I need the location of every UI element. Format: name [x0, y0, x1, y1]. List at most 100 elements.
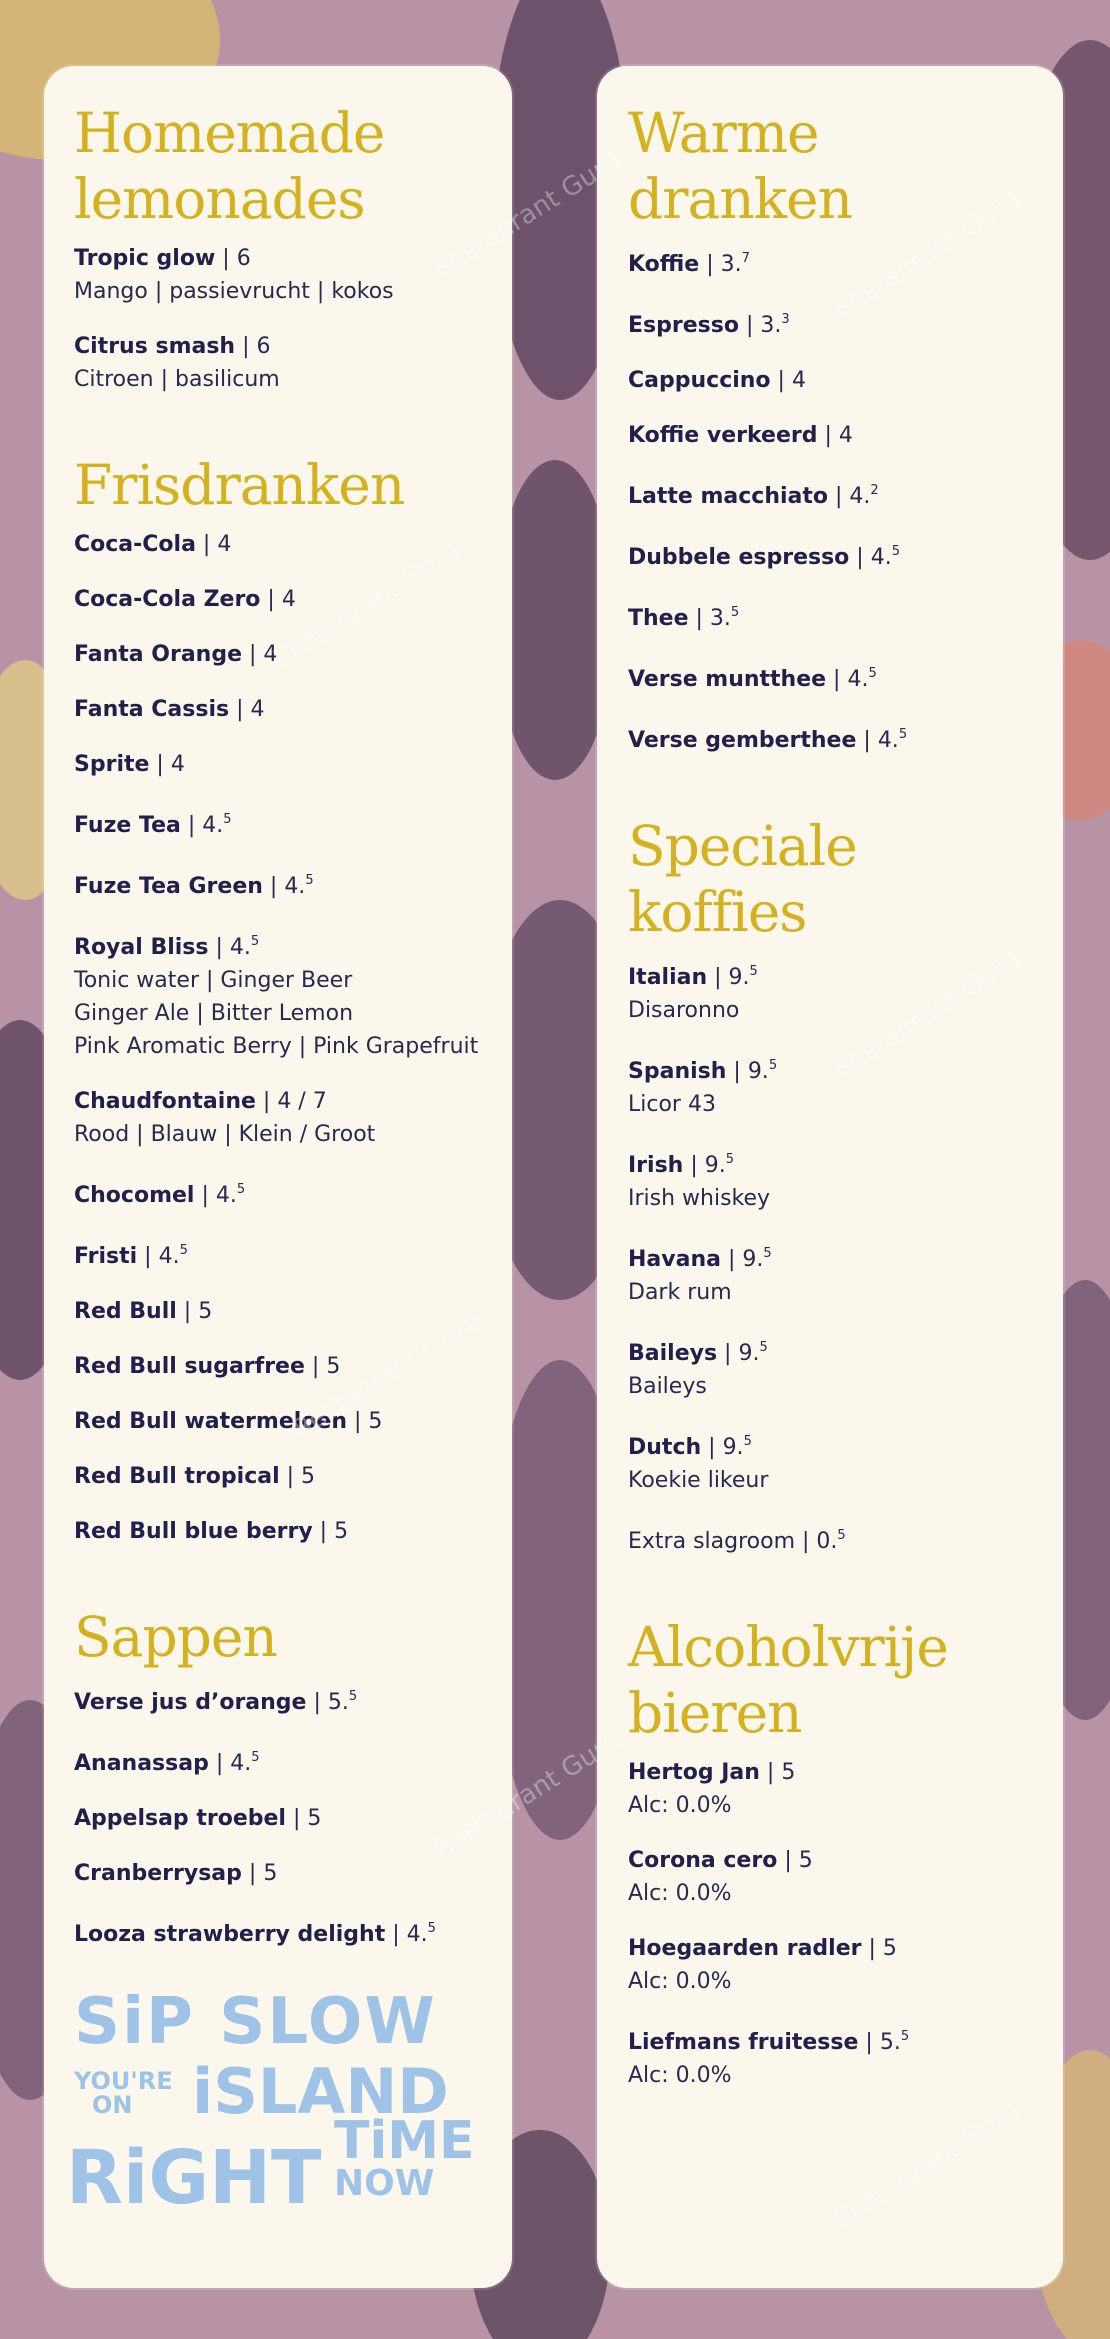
price-separator: |	[312, 1519, 335, 1544]
item-title-line: Thee | 3.5	[628, 596, 1058, 635]
menu-item: Baileys | 9.5 Baileys	[628, 1331, 1058, 1403]
item-price: 4	[838, 423, 853, 448]
price-separator: |	[235, 334, 257, 359]
price-separator: |	[208, 935, 230, 960]
item-price-sup: 5	[730, 605, 740, 620]
item-price-sup: 5	[759, 1340, 768, 1355]
item-price: 9.	[704, 1153, 726, 1178]
item-price: 4	[217, 532, 232, 557]
item-name: Red Bull blue berry	[74, 1519, 313, 1544]
price-separator: |	[194, 1183, 216, 1208]
price-separator: |	[683, 1153, 705, 1178]
menu-item: Fuze Tea | 4.5	[74, 803, 504, 842]
menu-item: Fuze Tea Green | 4.5	[74, 864, 504, 903]
menu-item: Chaudfontaine | 4 / 7 Rood | Blauw | Klei…	[74, 1085, 504, 1151]
right-column: Warme dranken Koffie | 3.7 Espresso | 3.3…	[628, 100, 1058, 2114]
price-separator: |	[260, 587, 282, 612]
item-title-line: Latte macchiato | 4.2	[628, 474, 1058, 513]
item-title-line: Sprite | 4	[74, 748, 504, 781]
item-title-line: Hoegaarden radler | 5	[628, 1932, 1058, 1965]
menu-item: Looza strawberry delight | 4.5	[74, 1912, 504, 1951]
item-name: Irish	[628, 1153, 684, 1178]
item-name: Fanta Orange	[74, 642, 242, 667]
item-price-sup: 5	[305, 873, 314, 888]
item-description: Irish whiskey	[628, 1186, 771, 1211]
price-separator: |	[306, 1690, 328, 1715]
item-name: Hoegaarden radler	[628, 1936, 862, 1961]
item-name: Liefmans fruitesse	[628, 2030, 859, 2055]
item-description: Licor 43	[628, 1092, 716, 1117]
item-name: Fuze Tea Green	[74, 874, 263, 899]
item-title-line: Koffie verkeerd | 4	[628, 419, 1058, 452]
price-separator: |	[849, 545, 871, 570]
item-price: 6	[256, 334, 271, 359]
price-separator: |	[242, 642, 264, 667]
item-description: Alc: 0.0%	[628, 2063, 732, 2088]
heading-line: Speciale	[628, 814, 858, 878]
item-name: Fuze Tea	[74, 813, 181, 838]
item-price: 4	[170, 752, 185, 777]
item-title-line: Liefmans fruitesse | 5.5	[628, 2020, 1058, 2059]
item-name: Tropic glow	[74, 246, 216, 271]
item-description: Pink Aromatic Berry | Pink Grapefruit	[74, 1034, 479, 1059]
price-separator: |	[262, 874, 285, 899]
item-price-sup: 5	[900, 2029, 910, 2044]
price-separator: |	[856, 728, 878, 753]
price-separator: |	[279, 1464, 302, 1489]
item-price: 3.	[709, 606, 731, 631]
item-price-sup: 5	[763, 1246, 772, 1261]
price-separator: |	[759, 1760, 782, 1785]
item-description: Tonic water | Ginger Beer	[74, 968, 353, 993]
price-separator: |	[707, 965, 729, 990]
item-title-line: Appelsap troebel | 5	[74, 1802, 504, 1835]
slogan-on: ON	[92, 2091, 133, 2119]
menu-item: Sprite | 4	[74, 748, 504, 781]
item-name: Ananassap	[74, 1751, 209, 1776]
slogan-now: NOW	[334, 2163, 435, 2204]
item-title-line: Chocomel | 4.5	[74, 1173, 504, 1212]
heading-line: dranken	[628, 167, 853, 231]
item-price-sup: 5	[427, 1921, 436, 1936]
item-price: 5	[307, 1806, 322, 1831]
item-price: 4 / 7	[277, 1089, 327, 1114]
item-name: Corona cero	[628, 1848, 778, 1873]
price-separator: |	[717, 1341, 739, 1366]
item-description: Alc: 0.0%	[628, 1881, 732, 1906]
item-title-line: Verse gemberthee | 4.5	[628, 718, 1058, 757]
item-price: 5	[882, 1936, 897, 1961]
item-name: Spanish	[628, 1059, 727, 1084]
item-price: 9.	[747, 1059, 769, 1084]
menu-item: Red Bull tropical | 5	[74, 1460, 504, 1493]
menu-item: Liefmans fruitesse | 5.5 Alc: 0.0%	[628, 2020, 1058, 2092]
price-separator: |	[817, 423, 839, 448]
item-price-sup: 3	[781, 312, 790, 327]
item-name: Espresso	[628, 313, 739, 338]
menu-item: Havana | 9.5 Dark rum	[628, 1237, 1058, 1309]
heading-line: lemonades	[74, 167, 366, 231]
speciale-koffies-section: Speciale koffies Italian | 9.5 Disaronno S…	[628, 813, 1058, 1558]
item-price: 5.	[879, 2030, 901, 2055]
item-name: Cranberrysap	[74, 1861, 242, 1886]
menu-item: Dutch | 9.5 Koekie likeur	[628, 1425, 1058, 1497]
item-price: 4	[791, 368, 806, 393]
item-price: 3.	[760, 313, 782, 338]
item-title-line: Fuze Tea | 4.5	[74, 803, 504, 842]
item-title-line: Dutch | 9.5	[628, 1425, 1058, 1464]
price-separator: |	[802, 1529, 817, 1554]
item-description: Alc: 0.0%	[628, 1969, 732, 1994]
heading-line: bieren	[628, 1681, 803, 1745]
section-heading: Sappen	[74, 1605, 278, 1669]
item-price: 4	[281, 587, 296, 612]
extra-price-sup: 5	[837, 1528, 846, 1543]
item-price: 4.	[229, 935, 251, 960]
item-title-line: Koffie | 3.7	[628, 242, 1058, 281]
menu-item: Cappuccino | 4	[628, 364, 1058, 397]
price-separator: |	[828, 484, 850, 509]
item-name: Chaudfontaine	[74, 1089, 256, 1114]
item-price-sup: 5	[891, 544, 900, 559]
price-separator: |	[826, 667, 848, 692]
item-description: Mango | passievrucht | kokos	[74, 279, 394, 304]
item-name: Italian	[628, 965, 708, 990]
left-column: Homemade lemonades Tropic glow | 6 Mango …	[74, 100, 504, 1973]
menu-item: Koffie verkeerd | 4	[628, 419, 1058, 452]
